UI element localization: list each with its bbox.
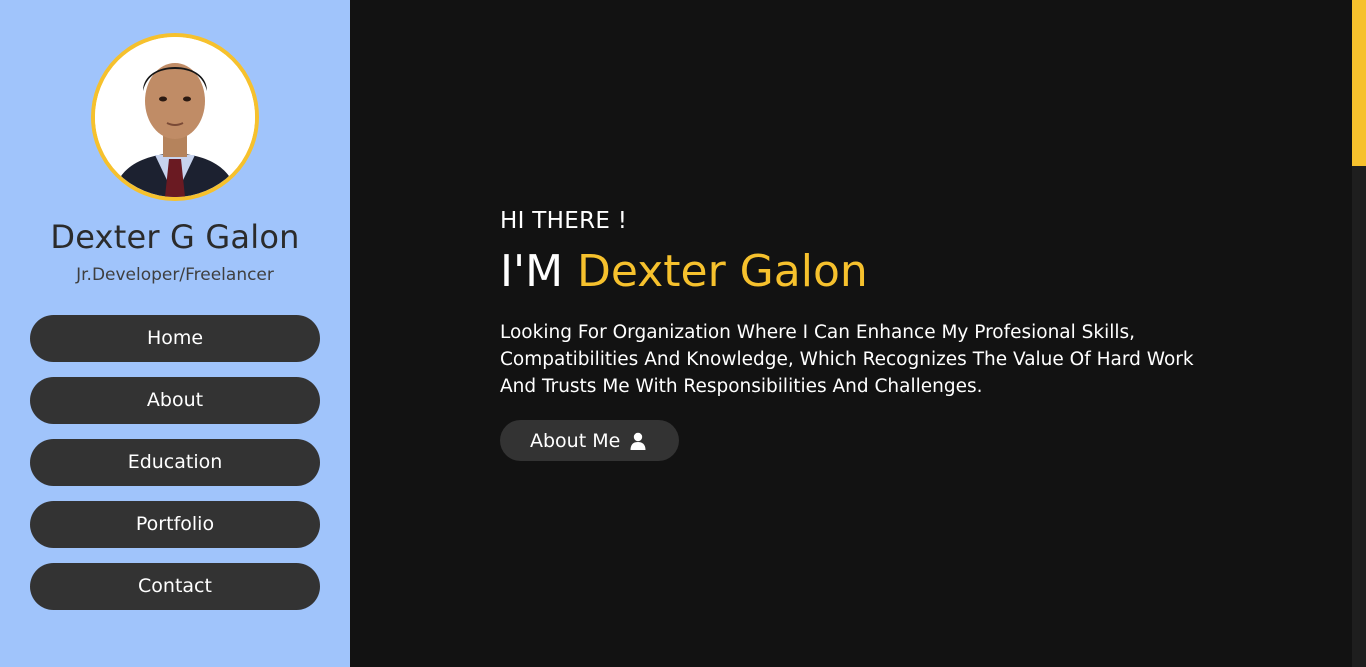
scrollbar-thumb[interactable] bbox=[1352, 0, 1366, 166]
profile-name: Dexter G Galon bbox=[50, 218, 300, 256]
scrollbar[interactable] bbox=[1352, 0, 1366, 667]
headline-name: Dexter Galon bbox=[577, 246, 868, 297]
hero-intro: Looking For Organization Where I Can Enh… bbox=[500, 322, 1194, 397]
hero-headline: I'M Dexter Galon bbox=[500, 246, 868, 297]
nav-about-button[interactable]: About bbox=[30, 377, 320, 424]
nav-education-button[interactable]: Education bbox=[30, 439, 320, 486]
hero-section: HI THERE ! I'M Dexter Galon Looking For … bbox=[350, 0, 1352, 667]
nav-portfolio-button[interactable]: Portfolio bbox=[30, 501, 320, 548]
about-me-button[interactable]: About Me bbox=[500, 420, 679, 461]
nav-contact-button[interactable]: Contact bbox=[30, 563, 320, 610]
about-me-label: About Me bbox=[530, 429, 621, 452]
sidebar: Dexter G Galon Jr.Developer/Freelancer H… bbox=[0, 0, 350, 667]
hero-greeting: HI THERE ! bbox=[500, 208, 628, 234]
avatar bbox=[91, 33, 259, 201]
profile-photo bbox=[95, 37, 255, 197]
nav-home-button[interactable]: Home bbox=[30, 315, 320, 362]
headline-prefix: I'M bbox=[500, 246, 564, 297]
profile-role: Jr.Developer/Freelancer bbox=[76, 265, 274, 285]
user-icon bbox=[630, 432, 646, 450]
